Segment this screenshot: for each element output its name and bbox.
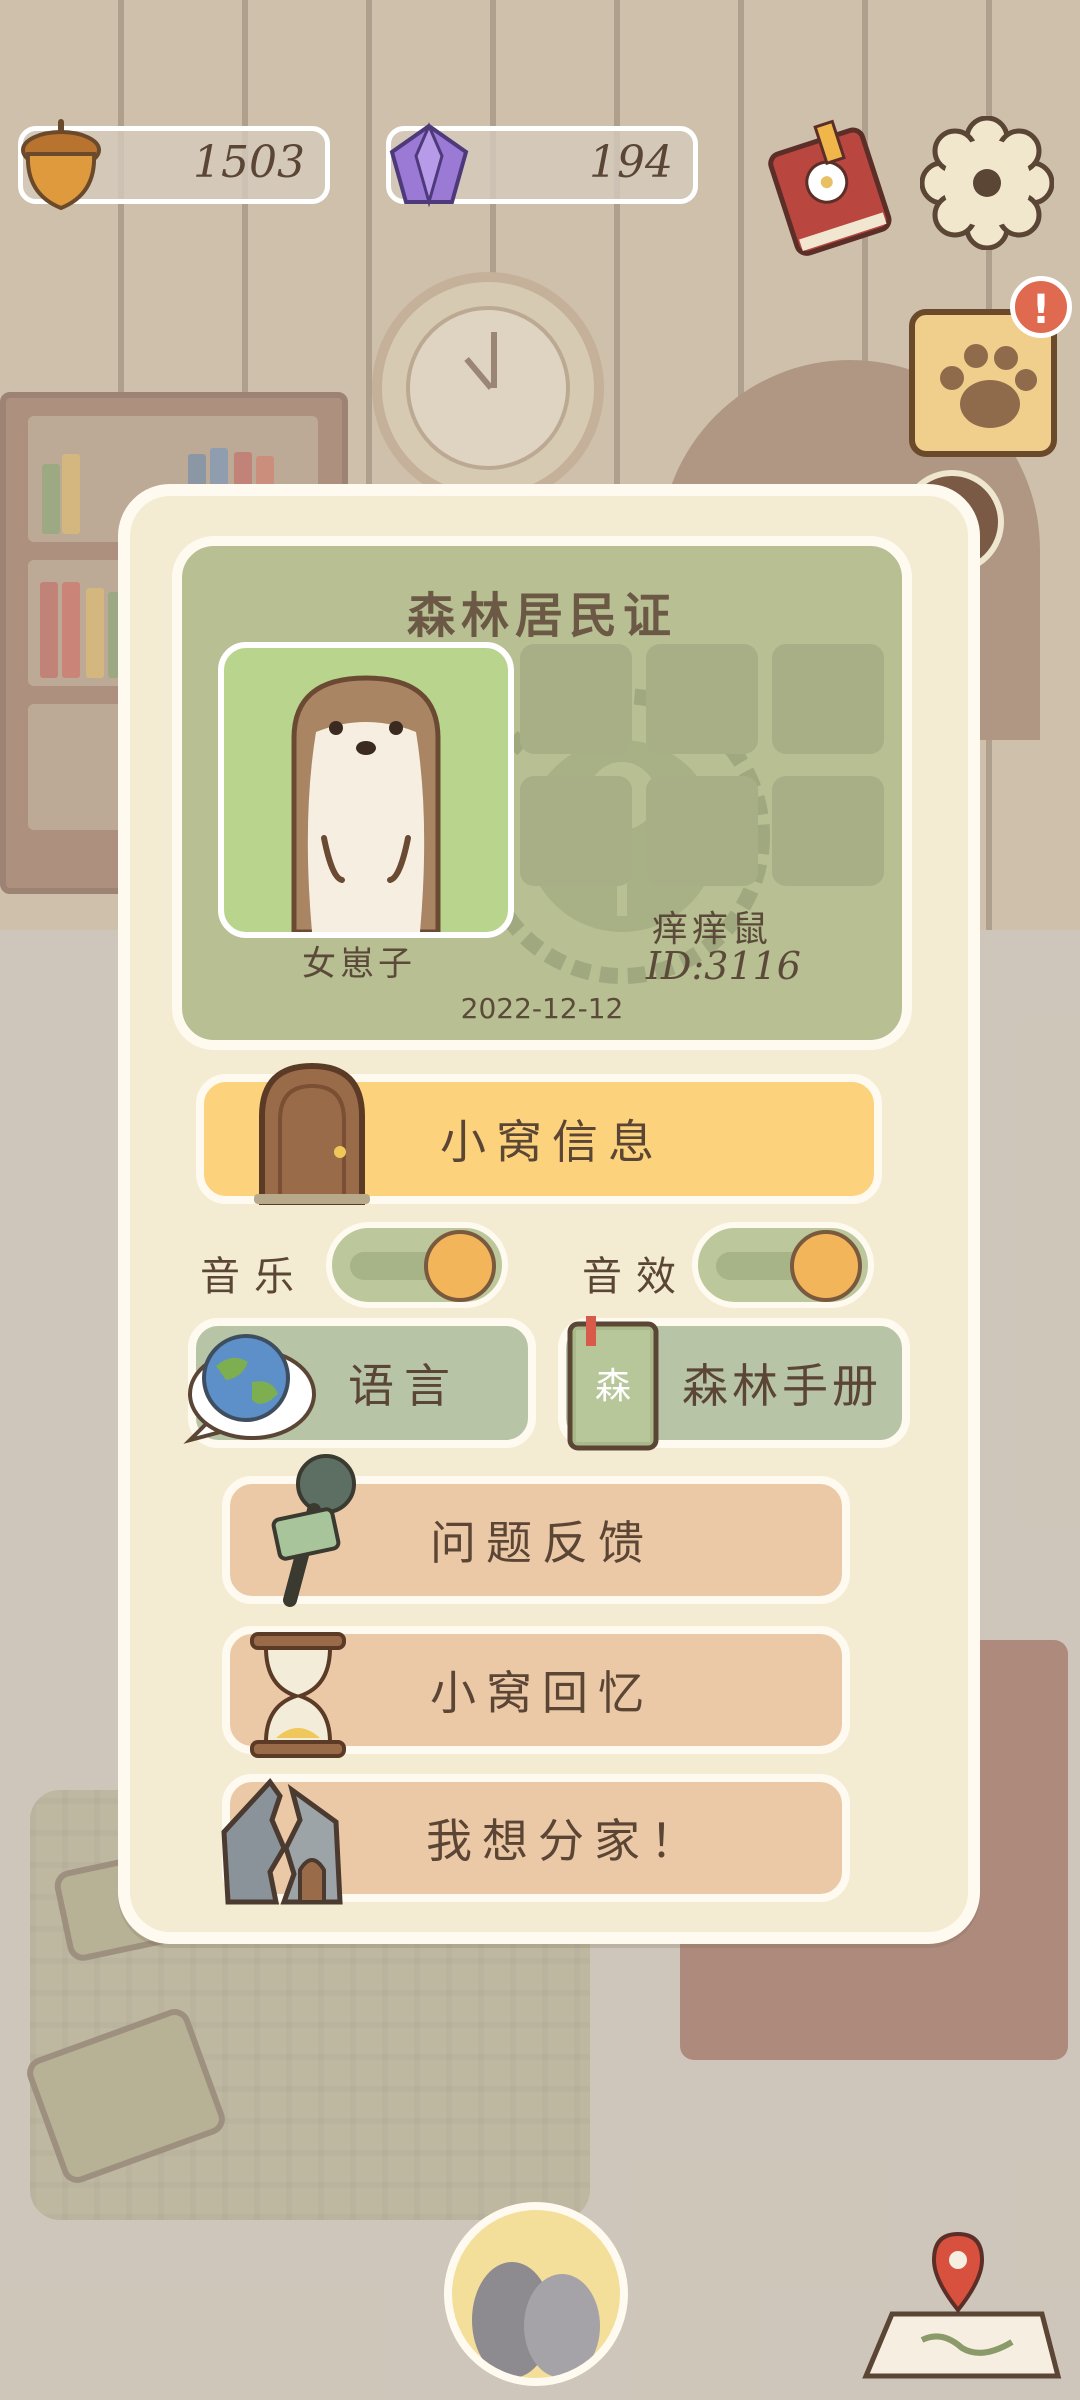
gem-icon <box>389 122 469 208</box>
alert-badge: ! <box>1010 276 1072 338</box>
resident-card: 森林居民证 女崽子 痒痒鼠 ID:3116 2022-12-12 <box>172 536 912 1050</box>
language-button[interactable]: 语言 <box>183 1318 536 1448</box>
badge-slot <box>520 776 632 886</box>
badge-slot <box>520 644 632 754</box>
sound-label: 音效 <box>582 1254 690 1300</box>
den-memories-button[interactable]: 小窝回忆 <box>222 1626 850 1758</box>
gear-settings-icon[interactable] <box>920 116 1054 250</box>
badge-slot <box>646 776 758 886</box>
gem-count: 194 <box>589 137 673 188</box>
avatar[interactable] <box>218 642 514 938</box>
acorn-count: 1503 <box>193 137 305 188</box>
register-date: 2022-12-12 <box>460 992 624 1025</box>
sound-toggle[interactable] <box>692 1222 874 1308</box>
badge-slot <box>772 644 884 754</box>
toggle-knob <box>790 1230 862 1302</box>
broken-house-icon <box>221 1778 343 1905</box>
forest-handbook-label: 森林手册 <box>682 1359 882 1413</box>
den-info-button[interactable]: 小窝信息 <box>196 1062 882 1205</box>
globe-icon <box>183 1334 316 1444</box>
forest-handbook-button[interactable]: 森 森林手册 <box>558 1316 910 1451</box>
user-id: ID:3116 <box>646 944 801 988</box>
language-label: 语言 <box>348 1359 460 1413</box>
badge-slot <box>772 776 884 886</box>
door-icon <box>254 1062 370 1205</box>
owner-name: 女崽子 <box>302 944 416 984</box>
music-toggle[interactable] <box>326 1222 508 1308</box>
feedback-label: 问题反馈 <box>430 1516 654 1570</box>
map-pin-icon[interactable] <box>862 2230 1062 2380</box>
move-out-button[interactable]: 我想分家！ <box>221 1774 850 1905</box>
handbook-icon: 森 <box>567 1316 659 1451</box>
otter-avatar-icon <box>291 675 441 932</box>
badge-slot <box>646 644 758 754</box>
svg-text:森: 森 <box>595 1366 631 1407</box>
music-label: 音乐 <box>200 1254 308 1300</box>
microphone-icon <box>271 1454 356 1607</box>
diary-book-icon[interactable] <box>758 116 898 256</box>
stones-icon <box>472 2262 600 2378</box>
den-memories-label: 小窝回忆 <box>430 1666 654 1720</box>
toggle-knob <box>424 1230 496 1302</box>
move-out-label: 我想分家！ <box>426 1814 706 1868</box>
feedback-button[interactable]: 问题反馈 <box>222 1454 850 1607</box>
character-round-button[interactable] <box>444 2202 628 2386</box>
acorn-icon <box>21 119 101 211</box>
den-info-label: 小窝信息 <box>440 1115 664 1169</box>
hourglass-icon <box>250 1632 346 1758</box>
card-title: 森林居民证 <box>406 588 677 644</box>
